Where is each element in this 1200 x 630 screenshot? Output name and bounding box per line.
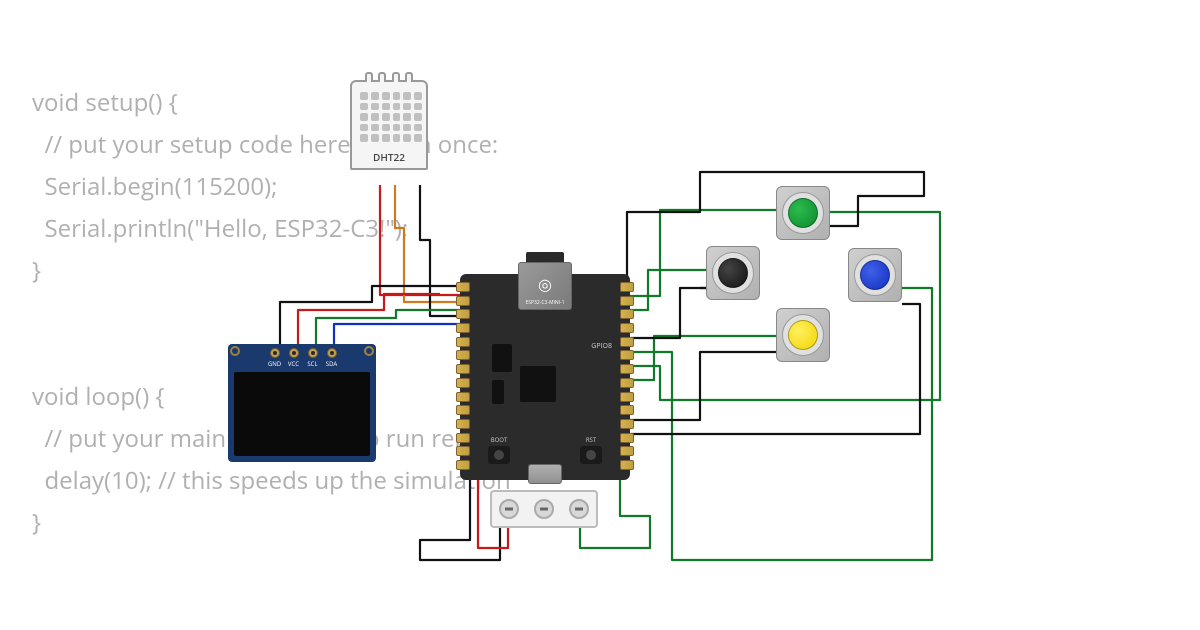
oled-pin-labels: GND VCC SCL SDA bbox=[267, 360, 339, 368]
oled-screen bbox=[234, 372, 370, 456]
button-blue[interactable] bbox=[848, 248, 902, 302]
dht22-label: DHT22 bbox=[352, 150, 426, 164]
oled-display[interactable]: GND VCC SCL SDA bbox=[228, 344, 376, 462]
boot-button[interactable]: BOOT bbox=[488, 446, 510, 464]
esp32-board[interactable]: ◎ ESP32-C3-MINI-1 GPIO8 BOOT RST bbox=[460, 274, 630, 480]
usb-port bbox=[528, 464, 562, 484]
button-black[interactable] bbox=[706, 246, 760, 300]
button-green[interactable] bbox=[776, 186, 830, 240]
rst-button[interactable]: RST bbox=[580, 446, 602, 464]
gpio8-label: GPIO8 bbox=[591, 342, 612, 351]
esp32-pins-right bbox=[620, 282, 634, 470]
terminal-block[interactable] bbox=[490, 490, 598, 528]
esp32-pins-left bbox=[456, 282, 470, 470]
esp32-shield: ◎ ESP32-C3-MINI-1 bbox=[518, 262, 572, 310]
button-yellow[interactable] bbox=[776, 308, 830, 362]
dht22-sensor[interactable]: DHT22 bbox=[350, 80, 428, 185]
